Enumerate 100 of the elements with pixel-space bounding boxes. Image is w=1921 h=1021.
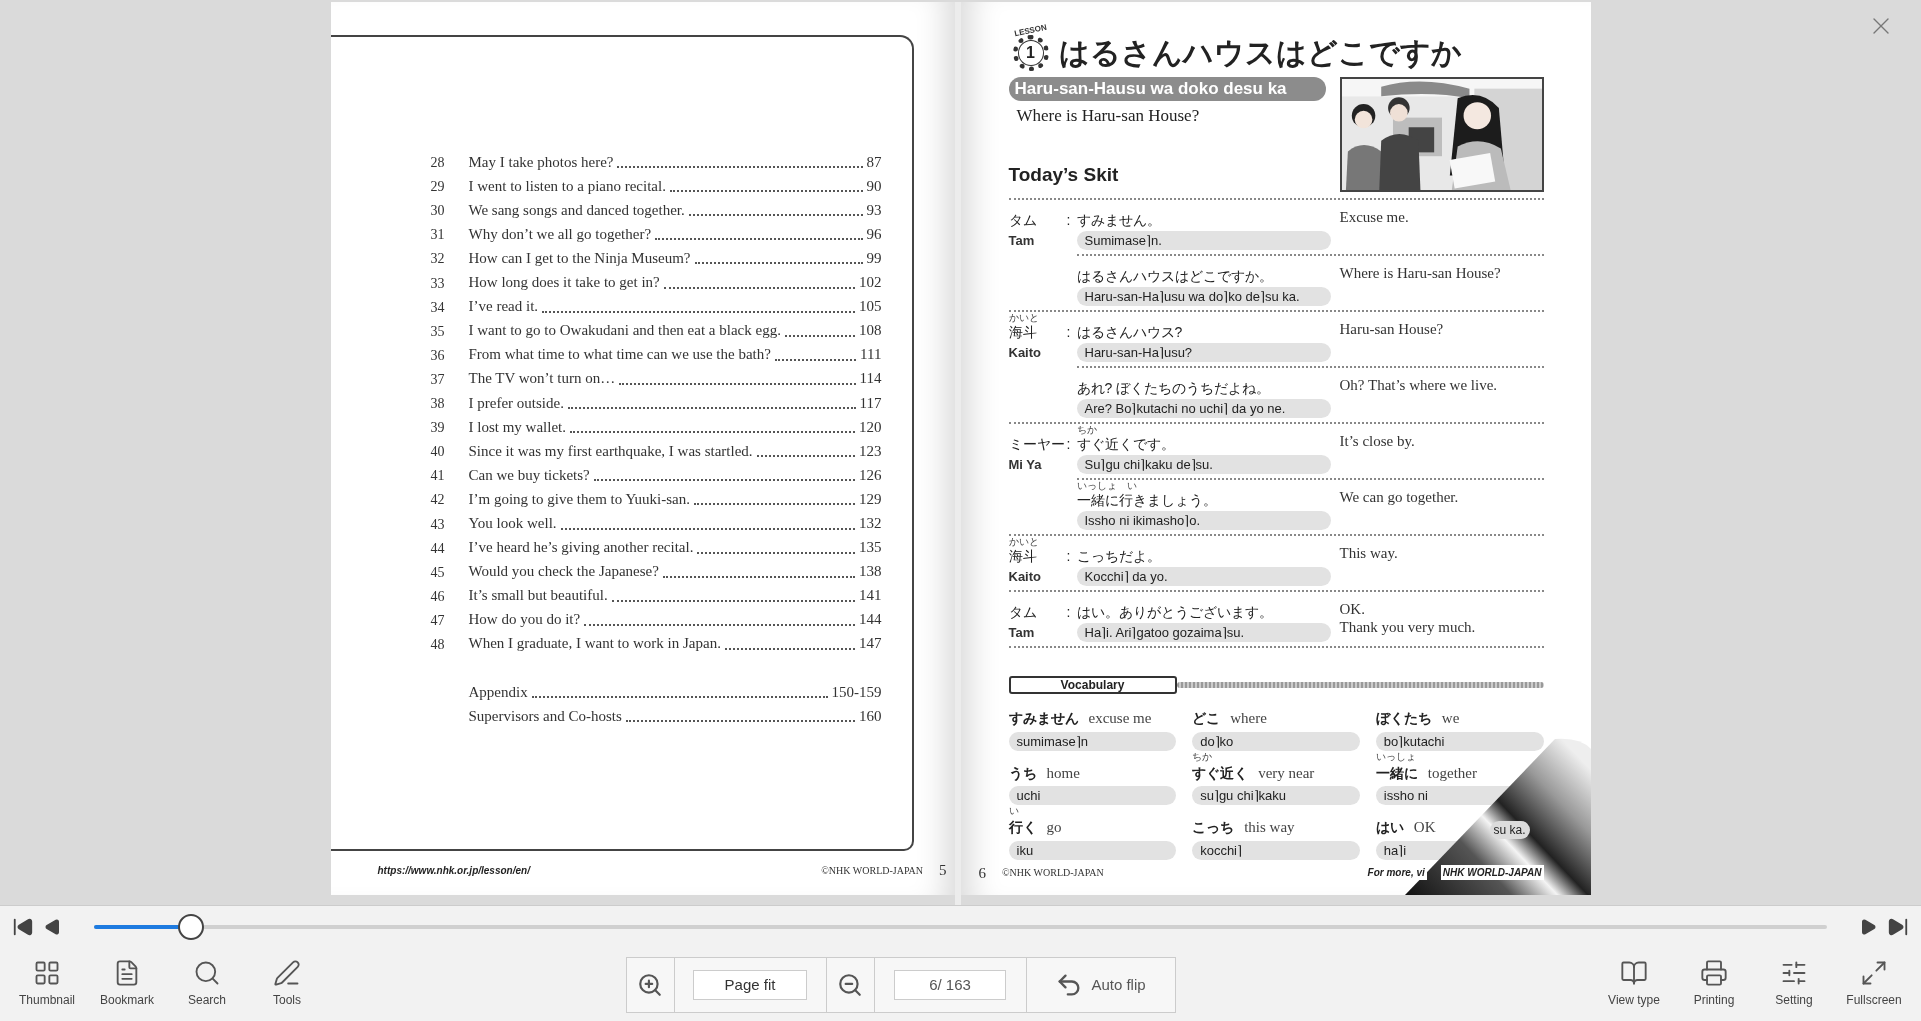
next-icon — [1859, 917, 1877, 936]
lesson-title[interactable]: It’s small but beautiful. — [468, 584, 608, 607]
speaker-name: Tam — [1008, 232, 1036, 250]
vocabulary-word: すぐ近く — [1192, 763, 1249, 782]
lesson-title[interactable]: You look well. — [468, 512, 557, 535]
page-number: 105 — [859, 297, 882, 317]
toolbar-button[interactable]: Fullscreen — [1834, 947, 1914, 1007]
lesson-title[interactable]: I prefer outside. — [468, 391, 564, 415]
lesson-title[interactable]: We sang songs and danced together. — [468, 198, 685, 222]
romaji-reading: Haru-san-Ha⌉usu wa do⌉ko de⌉su ka. — [1076, 287, 1331, 306]
footer-url: https://www.nhk.or.jp/lesson/en/ — [377, 863, 530, 878]
lesson-title[interactable]: Would you check the Japanese? — [468, 560, 659, 583]
slider-thumb[interactable] — [178, 913, 205, 940]
lesson-title[interactable]: I’ve read it. — [468, 295, 539, 318]
lesson-title[interactable]: I went to listen to a piano recital. — [468, 174, 666, 198]
page-number: 5 — [939, 861, 947, 880]
speaker-name: Kaito — [1008, 568, 1042, 586]
zoom-mode-field[interactable]: Page fit — [693, 970, 807, 1000]
romaji-reading: uchi — [1008, 786, 1177, 805]
romaji-reading: Ha⌉i. Ari⌉gatoo gozaima⌉su. — [1076, 623, 1331, 642]
toolbar-button[interactable]: Setting — [1754, 947, 1834, 1007]
furigana: ちか — [1192, 750, 1213, 762]
page-number: 102 — [859, 273, 882, 293]
page-number-field[interactable]: 6/ 163 — [894, 970, 1006, 1000]
footer-note: NHK WORLD-JAPAN — [1440, 865, 1544, 881]
lesson-title[interactable]: When I graduate, I want to work in Japan. — [468, 632, 721, 655]
colon: : — [1066, 547, 1071, 565]
japanese-line: 一緒に行きましょう。 — [1076, 491, 1218, 509]
speaker-name: タム — [1008, 211, 1037, 229]
lesson-title[interactable]: May I take photos here? — [468, 150, 614, 174]
lesson-title[interactable]: How can I get to the Ninja Museum? — [468, 246, 691, 270]
japanese-line: こっちだよ。 — [1076, 547, 1162, 565]
settings-icon — [1780, 959, 1808, 987]
lesson-title[interactable]: How long does it take to get in? — [468, 271, 660, 294]
lesson-badge: 1 — [1012, 35, 1049, 71]
section-title[interactable]: Supervisors and Co-hosts — [468, 704, 622, 728]
page-number: 123 — [859, 441, 882, 461]
colon: : — [1066, 323, 1071, 341]
vocabulary-meaning: we — [1441, 709, 1460, 728]
page-number: 108 — [859, 321, 882, 341]
japanese-line: すぐ近くです。 — [1076, 435, 1176, 453]
page-number: 144 — [859, 610, 882, 630]
english-line: OK. — [1339, 600, 1366, 618]
lesson-title[interactable]: From what time to what time can we use the bath? — [468, 343, 771, 366]
speaker-name: ミーヤー — [1008, 435, 1065, 453]
copyright-text: ©NHK WORLD-JAPAN — [821, 863, 923, 878]
lesson-number: 28 — [430, 154, 446, 173]
toolbar-button[interactable]: Thumbnail — [7, 947, 87, 1007]
page-number: 111 — [860, 345, 882, 365]
romaji-reading: kocchi⌉ — [1192, 840, 1360, 860]
toolbar-button[interactable]: Bookmark — [87, 947, 167, 1007]
lesson-title[interactable]: I’ve heard he’s giving another recital. — [468, 536, 694, 559]
romaji-reading: bo⌉kutachi — [1375, 731, 1544, 751]
pen-icon — [273, 959, 301, 987]
furigana: いっしょ い — [1076, 480, 1137, 491]
auto-flip-button[interactable]: Auto flip — [1026, 958, 1175, 1012]
lesson-title[interactable]: I’m going to give them to Yuuki-san. — [468, 487, 690, 511]
vocabulary-meaning: home — [1046, 763, 1080, 783]
speaker-name: Kaito — [1008, 344, 1042, 362]
english-line: This way. — [1339, 544, 1398, 562]
lesson-title[interactable]: Why don’t we all go together? — [468, 222, 652, 246]
section-title[interactable]: Appendix — [468, 680, 528, 704]
copyright-text: ©NHK WORLD-JAPAN — [1002, 866, 1104, 881]
lesson-number: 37 — [430, 370, 446, 389]
lesson-title[interactable]: How do you do it? — [468, 608, 581, 631]
speaker-name: タム — [1008, 603, 1037, 621]
lesson-number: 42 — [430, 491, 446, 510]
lesson-number: 46 — [430, 587, 446, 606]
romaji-reading: Su⌉gu chi⌉kaku de⌉su. — [1076, 455, 1331, 474]
toolbar-button[interactable]: Printing — [1674, 947, 1754, 1007]
vocabulary-meaning: very near — [1258, 763, 1315, 783]
lesson-title: はるさんハウスはどこですか — [1058, 35, 1462, 71]
lesson-number: 30 — [430, 202, 446, 221]
vocabulary-meaning: excuse me — [1088, 709, 1152, 728]
vocabulary-meaning: together — [1427, 763, 1477, 783]
english-line: We can go together. — [1339, 488, 1459, 506]
lesson-number: 43 — [430, 515, 446, 534]
lesson-title[interactable]: The TV won’t turn on… — [468, 367, 616, 390]
furigana: かいと — [1008, 536, 1039, 547]
lesson-number: 39 — [430, 419, 446, 438]
vocabulary-heading: Vocabulary — [1008, 676, 1177, 694]
lesson-title[interactable]: I lost my wallet. — [468, 415, 566, 439]
romaji-reading: su⌉gu chi⌉kaku — [1192, 786, 1360, 805]
speaker-name: 海斗 — [1008, 323, 1037, 341]
toolbar-button[interactable]: View type — [1594, 947, 1674, 1007]
previous-page-button[interactable] — [44, 917, 62, 936]
lesson-title[interactable]: Since it was my first earthquake, I was startled. — [468, 439, 753, 463]
vocabulary-word: すみません — [1008, 709, 1079, 727]
colon: : — [1066, 435, 1071, 453]
toolbar-button[interactable]: Tools — [247, 947, 327, 1007]
next-page-button[interactable] — [1859, 917, 1877, 936]
lesson-title[interactable]: Can we buy tickets? — [468, 463, 590, 487]
colon: : — [1066, 603, 1071, 621]
fullscreen-icon — [1860, 959, 1888, 987]
vocabulary-word: どこ — [1192, 709, 1221, 727]
page-number: 6 — [978, 863, 986, 883]
lesson-title[interactable]: I want to go to Owakudani and then eat a black egg. — [468, 319, 781, 342]
vocabulary-word: 一緒に — [1375, 763, 1418, 782]
lesson-number: 38 — [430, 395, 446, 414]
toolbar-button[interactable]: Search — [167, 947, 247, 1007]
